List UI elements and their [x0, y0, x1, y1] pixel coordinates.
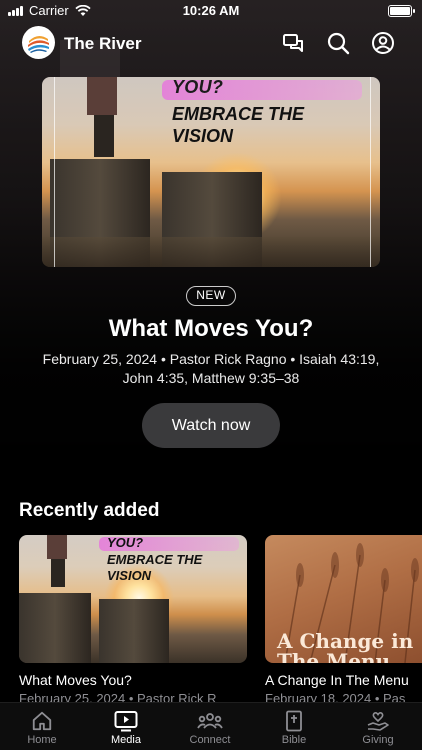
tab-bar: Home Media Connect Bible Giving — [0, 702, 422, 750]
profile-icon[interactable] — [371, 31, 395, 55]
battery-icon — [388, 5, 415, 17]
status-bar: Carrier 10:26 AM — [0, 0, 422, 22]
sermon-title: What Moves You? — [108, 315, 314, 342]
tab-label: Home — [27, 734, 57, 746]
tab-connect[interactable]: Connect — [168, 706, 252, 746]
hero-image-text: EMBRACE THE VISION — [172, 104, 305, 146]
recent-item-title[interactable]: A Change In The Menu — [265, 672, 409, 688]
church-logo[interactable] — [22, 26, 55, 59]
home-icon — [32, 711, 52, 731]
tab-label: Media — [111, 734, 141, 746]
search-icon[interactable] — [326, 31, 350, 55]
section-title-recently-added: Recently added — [19, 500, 160, 521]
recent-item-card[interactable]: YOU? EMBRACE THE VISION — [19, 535, 247, 663]
featured-sermon-image[interactable]: YOU? EMBRACE THE VISION — [42, 77, 380, 267]
recent-image-text: EMBRACE THE VISION — [107, 552, 203, 583]
watch-now-button[interactable]: Watch now — [142, 403, 280, 448]
app-header: The River — [0, 26, 422, 62]
tab-label: Bible — [281, 734, 307, 746]
tab-bible[interactable]: Bible — [252, 706, 336, 746]
recent-image-text: A Change in The Menu — [277, 629, 414, 663]
giving-icon — [367, 711, 389, 731]
app-title: The River — [64, 34, 142, 53]
tab-giving[interactable]: Giving — [336, 706, 420, 746]
sermon-meta: February 25, 2024 • Pastor Rick Ragno • … — [42, 351, 380, 386]
chat-icon[interactable] — [282, 31, 306, 55]
play-icon — [114, 711, 138, 732]
status-time: 10:26 AM — [182, 3, 240, 18]
tab-label: Giving — [362, 734, 394, 746]
new-badge: NEW — [186, 286, 236, 306]
recent-item-card[interactable]: A Change in The Menu — [265, 535, 422, 663]
group-icon — [197, 713, 223, 729]
tab-media[interactable]: Media — [84, 706, 168, 746]
recent-image-text: YOU? — [107, 535, 144, 550]
tab-label: Connect — [189, 734, 231, 746]
tab-home[interactable]: Home — [0, 706, 84, 746]
bible-icon — [286, 710, 302, 732]
hero-image-text: YOU? — [172, 77, 224, 97]
recent-item-title[interactable]: What Moves You? — [19, 672, 132, 688]
